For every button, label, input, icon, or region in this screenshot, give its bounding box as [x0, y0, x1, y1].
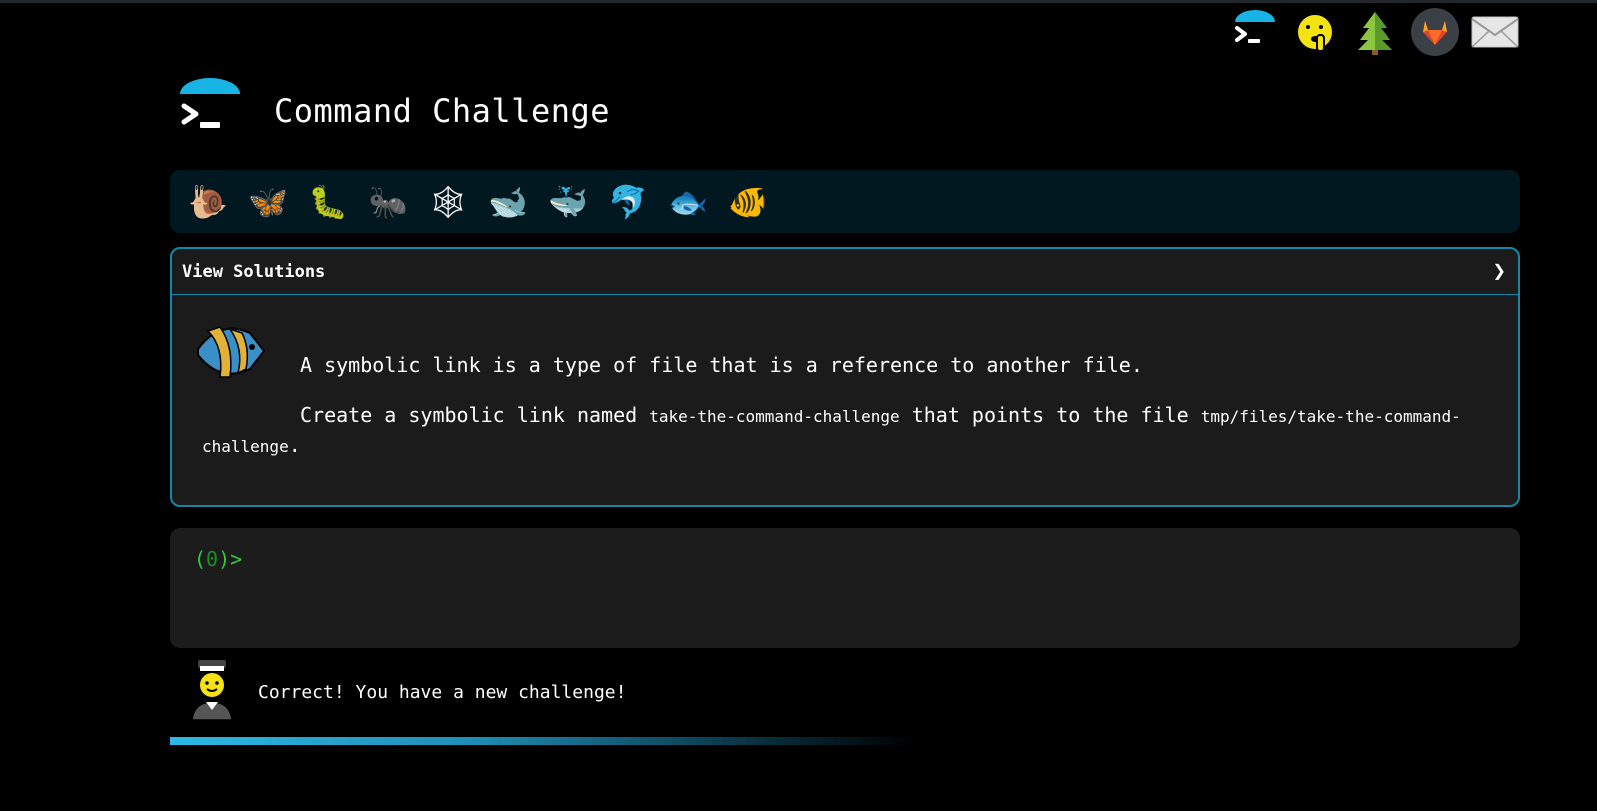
challenge-text-part: . [288, 433, 301, 457]
shushing-face-icon[interactable] [1285, 8, 1345, 56]
chevron-right-icon: ❯ [1492, 259, 1506, 284]
prompt-close: )> [218, 547, 243, 571]
level-bar: 🐌 🦋 🐛 🐜 🕸 🐋 🐳 🐬 🐟 🐠 [170, 170, 1520, 233]
dolphin-icon[interactable]: 🐬 [598, 177, 658, 227]
progress-bar [170, 737, 1520, 745]
spider-web-icon[interactable]: 🕸 [418, 177, 478, 227]
page-title: Command Challenge [274, 92, 611, 130]
terminal[interactable]: (0)> [170, 528, 1520, 648]
view-solutions-toggle[interactable]: View Solutions ❯ [172, 249, 1518, 295]
progress-fill [170, 737, 913, 745]
challenge-text-part: Create a symbolic link named [300, 403, 650, 427]
butterfly-icon[interactable]: 🦋 [238, 177, 298, 227]
whale-icon[interactable]: 🐋 [478, 177, 538, 227]
gitlab-icon[interactable] [1405, 8, 1465, 56]
terminal-logo-icon[interactable] [178, 78, 242, 144]
feedback-message: Correct! You have a new challenge! [188, 658, 626, 726]
envelope-icon[interactable] [1465, 8, 1525, 56]
spouting-whale-icon[interactable]: 🐳 [538, 177, 598, 227]
site-header: Command Challenge [178, 76, 610, 146]
terminal-prompt: (0)> [194, 547, 242, 571]
top-nav [1225, 8, 1525, 56]
christmas-tree-icon[interactable] [1345, 8, 1405, 56]
caterpillar-icon[interactable]: 🐛 [298, 177, 358, 227]
ant-icon[interactable]: 🐜 [358, 177, 418, 227]
feedback-text: Correct! You have a new challenge! [258, 681, 627, 703]
prompt-open: ( [194, 547, 207, 571]
challenge-description: A symbolic link is a type of file that i… [172, 295, 1518, 461]
fish-icon[interactable]: 🐟 [658, 177, 718, 227]
challenge-panel: View Solutions ❯ A symbolic link is a ty… [170, 247, 1520, 507]
student-avatar-icon [188, 658, 236, 726]
top-divider [0, 0, 1597, 3]
challenge-text-line1: A symbolic link is a type of file that i… [300, 353, 1143, 377]
challenge-text-line2: Create a symbolic link named take-the-co… [202, 401, 1498, 461]
tropical-fish-icon [190, 317, 270, 391]
tropical-fish-icon[interactable]: 🐠 [718, 177, 778, 227]
symlink-name-code: take-the-command-challenge [649, 407, 900, 426]
challenge-text-part: that points to the file [899, 403, 1201, 427]
terminal-input[interactable] [242, 546, 1447, 572]
terminal-logo-icon[interactable] [1225, 8, 1285, 56]
view-solutions-label: View Solutions [182, 261, 326, 282]
snail-icon[interactable]: 🐌 [178, 177, 238, 227]
prompt-count: 0 [206, 547, 219, 571]
